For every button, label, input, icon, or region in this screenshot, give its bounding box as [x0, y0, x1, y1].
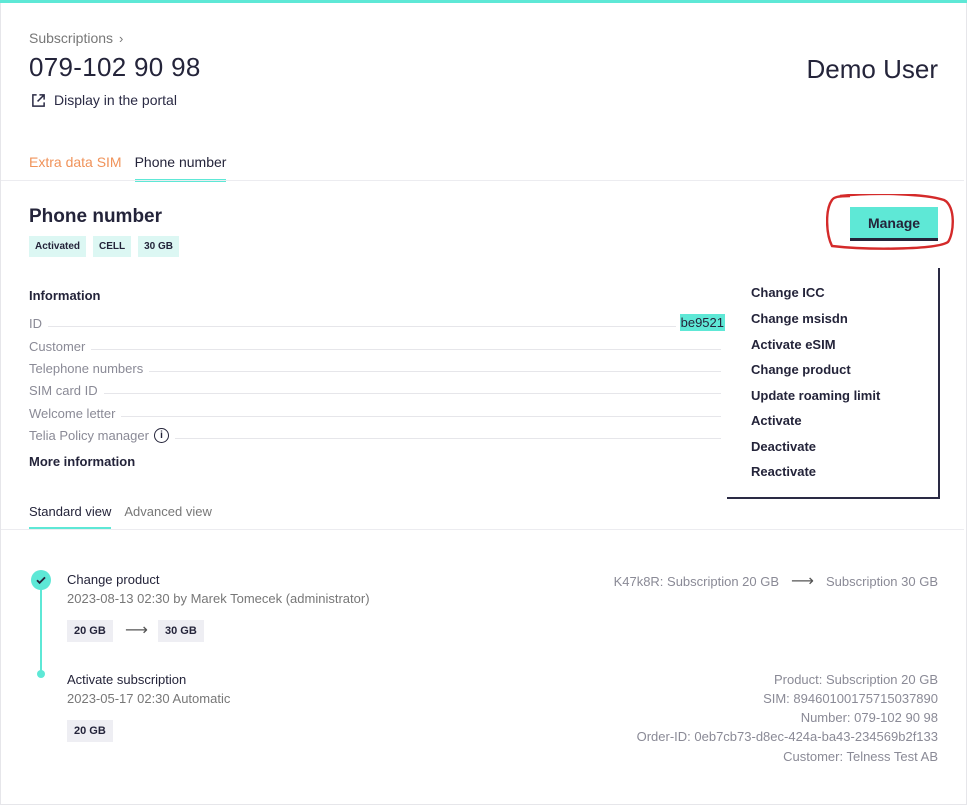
leader-dots	[103, 393, 721, 394]
divider	[1, 529, 964, 530]
event-change-detail: K47k8R: Subscription 20 GB ⟶ Subscriptio…	[614, 571, 938, 591]
event-subtitle: 2023-08-13 02:30 by Marek Tomecek (admin…	[67, 591, 370, 606]
subscription-tabs: Extra data SIM Phone number	[29, 154, 227, 182]
breadcrumb-subscriptions[interactable]: Subscriptions	[29, 30, 113, 46]
info-row-sim-card-id: SIM card ID	[29, 380, 725, 398]
product-chip: 20 GB	[67, 720, 113, 742]
manage-dropdown-menu: Change ICC Change msisdn Activate eSIM C…	[727, 268, 940, 499]
arrow-right-icon: ⟶	[791, 573, 814, 590]
info-row-id: ID be9521	[29, 313, 725, 331]
menu-item-activate-esim[interactable]: Activate eSIM	[751, 337, 836, 352]
chevron-right-icon: ›	[119, 30, 124, 46]
menu-item-reactivate[interactable]: Reactivate	[751, 464, 816, 479]
tab-phone-number[interactable]: Phone number	[134, 154, 227, 182]
detail-from: K47k8R: Subscription 20 GB	[613, 573, 780, 589]
leader-dots	[48, 326, 676, 327]
tab-advanced-view[interactable]: Advanced view	[124, 504, 211, 530]
status-badge: Activated	[29, 236, 87, 257]
event-detail: Order-ID: 0eb7cb73-d8ec-424a-ba43-234569…	[636, 729, 938, 744]
info-value-id: be9521	[679, 314, 725, 331]
annotation-circle	[826, 194, 954, 250]
info-label: Customer	[29, 339, 86, 354]
timeline-dot	[37, 670, 45, 678]
network-badge: CELL	[93, 236, 132, 257]
leader-dots	[91, 349, 721, 350]
tab-standard-view[interactable]: Standard view	[29, 504, 112, 530]
menu-item-change-icc[interactable]: Change ICC	[751, 285, 825, 300]
event-detail: SIM: 89460100175715037890	[763, 691, 938, 706]
info-label: ID	[29, 316, 42, 331]
menu-item-change-msisdn[interactable]: Change msisdn	[751, 311, 848, 326]
view-tabs: Standard view Advanced view	[29, 504, 212, 530]
breadcrumb[interactable]: Subscriptions ›	[29, 30, 123, 46]
page-title: 079-102 90 98	[29, 52, 201, 82]
leader-dots	[121, 416, 721, 417]
event-detail: Product: Subscription 20 GB	[773, 672, 938, 687]
user-name: Demo User	[806, 54, 938, 84]
display-in-portal-link[interactable]: Display in the portal	[31, 92, 177, 108]
info-label: Telephone numbers	[29, 361, 144, 376]
portal-link-label: Display in the portal	[54, 92, 177, 108]
more-information-link[interactable]: More information	[29, 454, 135, 469]
menu-item-deactivate[interactable]: Deactivate	[751, 439, 816, 454]
leader-dots	[149, 371, 721, 372]
information-heading: Information	[29, 288, 101, 303]
from-product-chip: 20 GB	[67, 620, 113, 642]
status-badges: Activated CELL 30 GB	[29, 236, 180, 257]
menu-item-update-roaming-limit[interactable]: Update roaming limit	[751, 388, 880, 403]
detail-to: Subscription 30 GB	[825, 573, 938, 589]
menu-item-activate[interactable]: Activate	[751, 413, 802, 428]
info-row-customer: Customer	[29, 336, 725, 354]
event-title: Activate subscription	[67, 672, 187, 687]
external-link-icon	[32, 93, 45, 107]
event-detail: Number: 079-102 90 98	[800, 710, 938, 725]
to-product-chip: 30 GB	[158, 620, 204, 642]
event-detail: Customer: Telness Test AB	[783, 749, 938, 764]
leader-dots	[174, 438, 721, 439]
section-title: Phone number	[29, 206, 163, 227]
arrow-right-icon: ⟶	[125, 622, 148, 639]
tab-extra-data-sim[interactable]: Extra data SIM	[29, 154, 122, 182]
menu-item-change-product[interactable]: Change product	[751, 362, 851, 377]
info-row-telia-policy-manager: Telia Policy manager i	[29, 425, 725, 443]
data-badge: 30 GB	[138, 236, 180, 257]
divider	[1, 180, 964, 181]
info-label: Telia Policy manager	[29, 428, 149, 443]
info-row-welcome-letter: Welcome letter	[29, 403, 725, 421]
info-icon[interactable]: i	[153, 428, 169, 443]
check-icon	[31, 570, 51, 590]
timeline-line	[40, 580, 42, 674]
info-label: Welcome letter	[29, 406, 116, 421]
event-title: Change product	[67, 572, 160, 587]
info-label: SIM card ID	[29, 383, 98, 398]
event-subtitle: 2023-05-17 02:30 Automatic	[67, 691, 231, 706]
info-row-telephone-numbers: Telephone numbers	[29, 358, 725, 376]
